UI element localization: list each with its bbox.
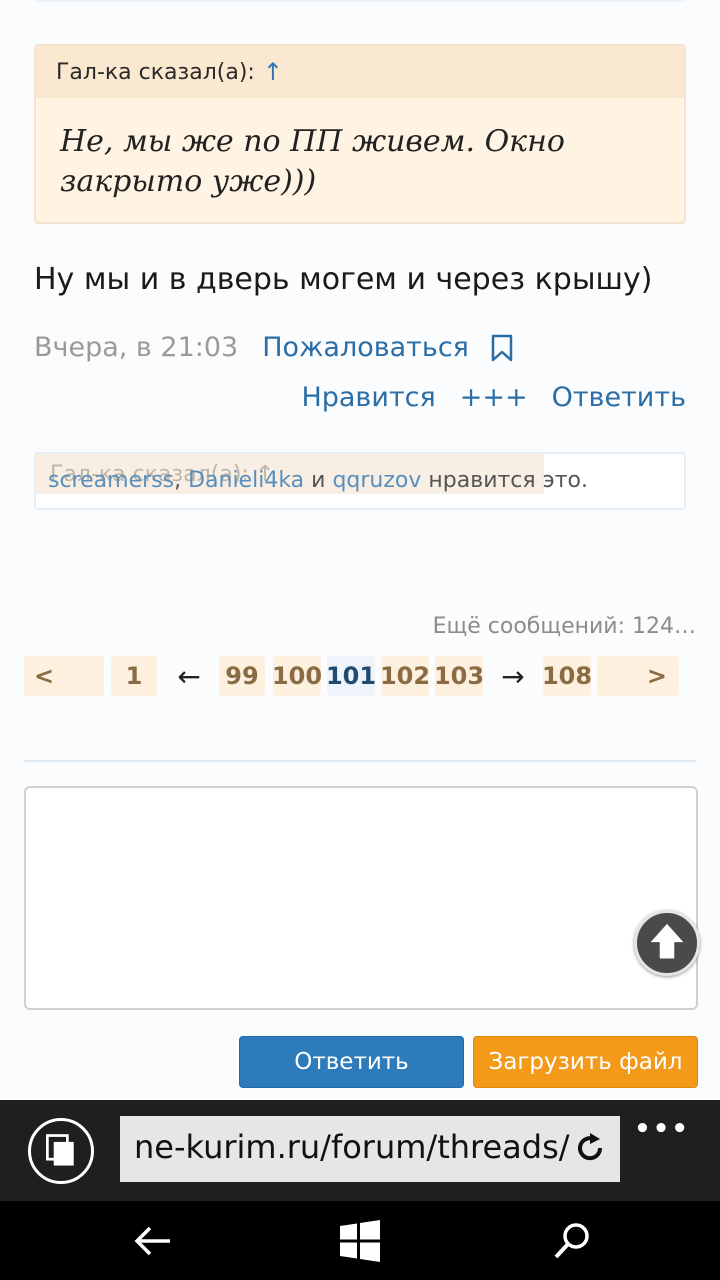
liker-link[interactable]: Danieli4ka [188, 468, 304, 493]
page-link[interactable]: 100 [272, 656, 322, 696]
scroll-to-top-icon[interactable] [634, 910, 700, 976]
browser-address-bar: ne-kurim.ru/forum/threads/ ••• [0, 1100, 720, 1201]
post-actions: Нравится +++ Ответить [277, 382, 686, 413]
likes-separator: и [304, 468, 333, 493]
pagination-next-button[interactable]: > [597, 656, 679, 696]
pagination-prev-button[interactable]: < [24, 656, 104, 696]
page-link[interactable]: 103 [434, 656, 484, 696]
reply-link[interactable]: Ответить [552, 382, 686, 413]
like-link[interactable]: Нравится [301, 382, 435, 413]
reply-divider [24, 760, 696, 762]
page-link[interactable]: 99 [219, 656, 265, 696]
quote-jump-arrow-icon[interactable]: ↑ [263, 58, 283, 86]
windows-start-icon[interactable] [338, 1219, 382, 1263]
page-link-first[interactable]: 1 [111, 656, 157, 696]
more-options-icon[interactable]: ••• [634, 1114, 690, 1144]
post-meta: Вчера, в 21:03 Пожаловаться [34, 332, 513, 363]
page-skip-forward-arrow[interactable]: → [490, 656, 536, 696]
likes-suffix: нравится это. [421, 468, 588, 493]
url-field[interactable]: ne-kurim.ru/forum/threads/ [120, 1116, 620, 1182]
liker-link[interactable]: qqruzov [332, 468, 421, 493]
quote-header: Гал-ка сказал(а): ↑ [36, 46, 684, 98]
quote-author: Гал-ка сказал(а): [56, 59, 255, 85]
quote-block: Гал-ка сказал(а): ↑ Не, мы же по ПП живе… [34, 44, 686, 224]
likes-text: screamerss, Danieli4ka и qqruzov нравитс… [48, 468, 588, 493]
page-link-last[interactable]: 108 [542, 656, 592, 696]
refresh-icon[interactable] [572, 1130, 608, 1166]
forum-page: Гал-ка сказал(а): ↑ Не, мы же по ПП живе… [0, 0, 720, 1100]
post-timestamp[interactable]: Вчера, в 21:03 [34, 332, 238, 363]
report-link[interactable]: Пожаловаться [262, 332, 469, 363]
reply-button[interactable]: Ответить [239, 1036, 464, 1088]
likes-separator: , [174, 468, 189, 493]
bookmark-icon[interactable] [491, 334, 513, 362]
likes-summary: Гал-ка сказал(а): ↑ screamerss, Danieli4… [34, 452, 686, 510]
page-link-current: 101 [326, 656, 376, 696]
search-icon[interactable] [550, 1219, 594, 1263]
top-divider [34, 0, 686, 2]
page-link[interactable]: 102 [380, 656, 430, 696]
liker-link[interactable]: screamerss [48, 468, 174, 493]
url-text: ne-kurim.ru/forum/threads/ [134, 1128, 570, 1166]
page-skip-back-arrow[interactable]: ← [166, 656, 212, 696]
back-arrow-icon[interactable] [130, 1219, 174, 1263]
tabs-icon[interactable] [28, 1118, 94, 1184]
plus-link[interactable]: +++ [460, 382, 528, 413]
more-messages-link[interactable]: Ещё сообщений: 124… [433, 614, 696, 639]
pagination: < 1 ← 99 100 101 102 103 → 108 > [24, 656, 704, 696]
quote-text: Не, мы же по ПП живем. Окно закрыто уже)… [60, 124, 565, 199]
post-message: Ну мы и в дверь могем и через крышу) [34, 262, 653, 297]
system-nav-bar [0, 1201, 720, 1280]
reply-editor[interactable] [24, 786, 698, 1010]
upload-file-button[interactable]: Загрузить файл [473, 1036, 698, 1088]
